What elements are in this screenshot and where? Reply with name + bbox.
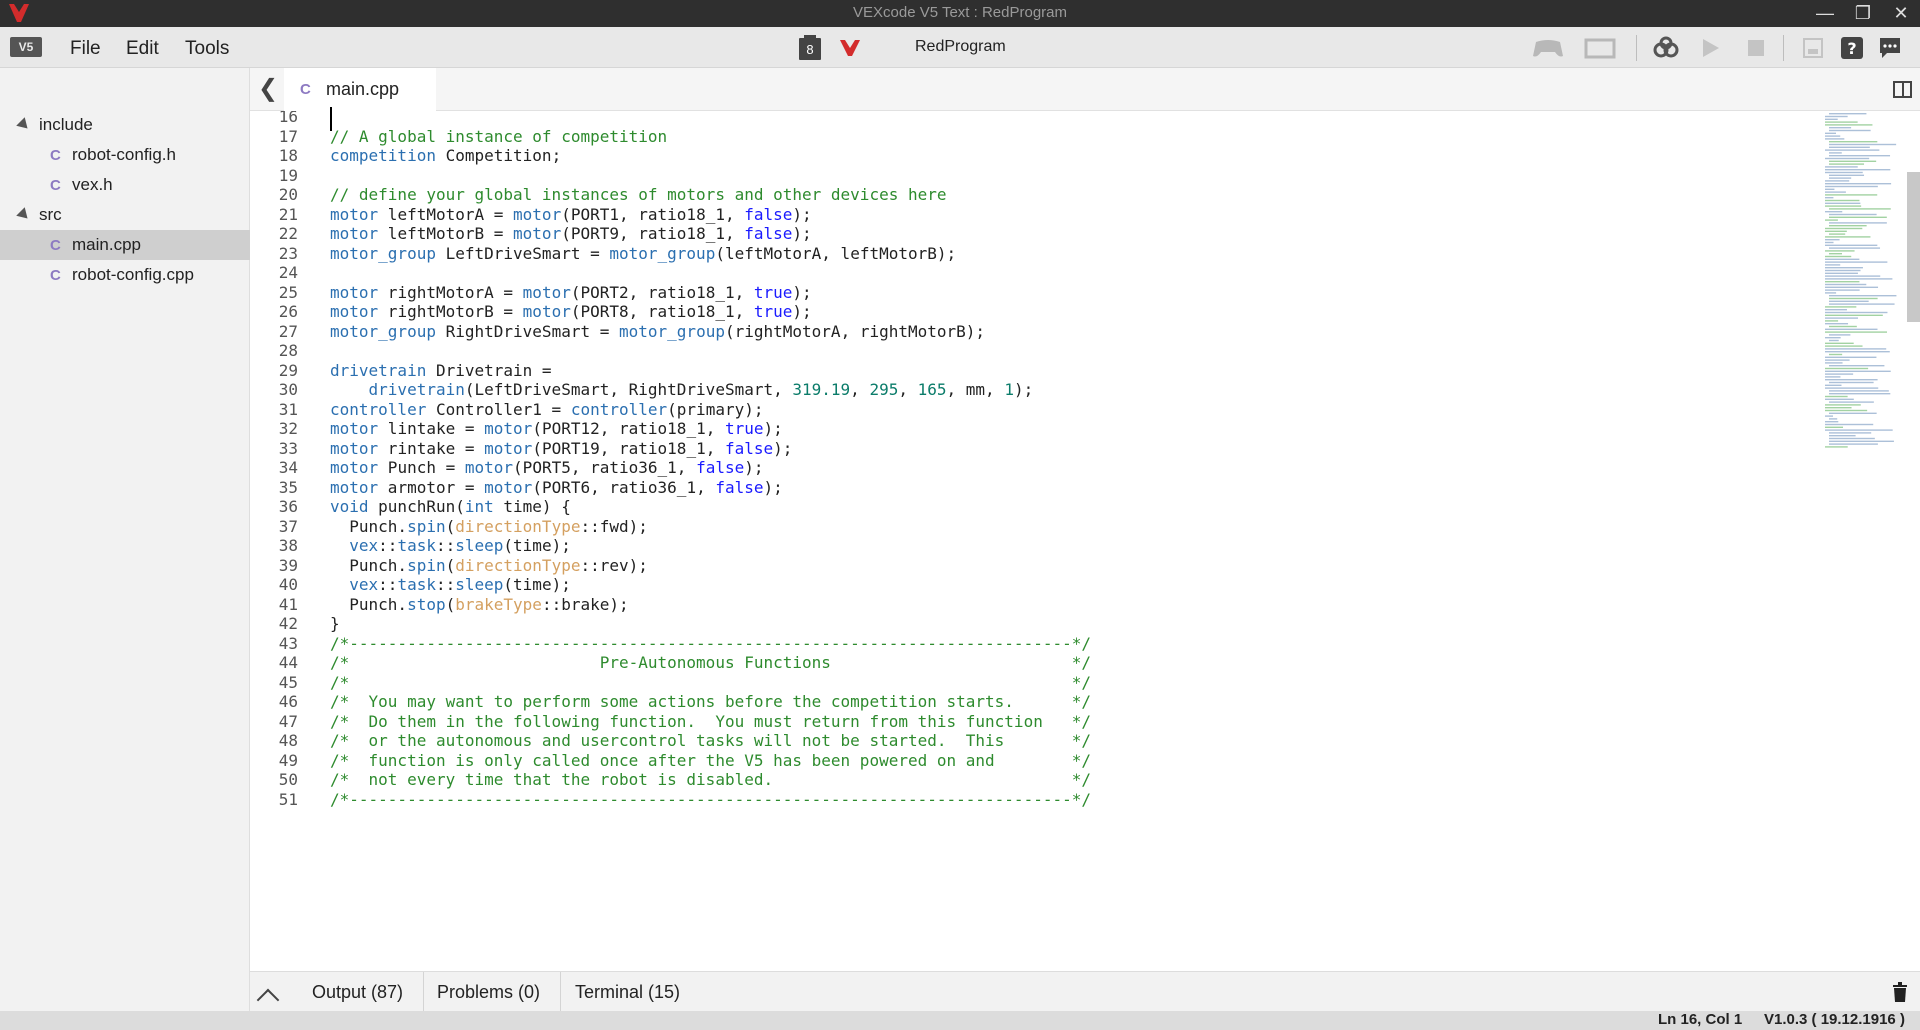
file-explorer: include C robot-config.h C vex.h src C m… bbox=[0, 68, 250, 1011]
line-number: 51 bbox=[278, 789, 298, 809]
svg-text:?: ? bbox=[1847, 39, 1856, 58]
tools-menu[interactable]: Tools bbox=[185, 38, 229, 60]
collapse-sidebar-icon[interactable]: ❮ bbox=[258, 77, 278, 101]
tab-main-cpp[interactable]: C main.cpp bbox=[284, 68, 436, 111]
file-menu[interactable]: File bbox=[70, 38, 101, 60]
file-robot-config-h[interactable]: C robot-config.h bbox=[0, 140, 250, 170]
cpp-file-icon: C bbox=[50, 177, 61, 194]
file-vex-h[interactable]: C vex.h bbox=[0, 170, 250, 200]
title-bar: VEXcode V5 Text : RedProgram — ❐ ✕ bbox=[0, 0, 1920, 27]
controller-icon[interactable] bbox=[1532, 36, 1564, 65]
tab-problems[interactable]: Problems (0) bbox=[417, 972, 562, 1012]
code-minimap[interactable] bbox=[1823, 111, 1903, 451]
editor-tab-bar: ❮ C main.cpp bbox=[250, 68, 1920, 111]
screen-icon[interactable] bbox=[1584, 36, 1616, 65]
brain-icon[interactable] bbox=[840, 38, 860, 58]
code-line[interactable]: 51 /*------------------------------------… bbox=[250, 788, 1800, 812]
tab-output[interactable]: Output (87) bbox=[292, 972, 425, 1012]
file-robot-config-cpp[interactable]: C robot-config.cpp bbox=[0, 260, 250, 290]
play-icon[interactable] bbox=[1700, 36, 1722, 65]
cursor-position: Ln 16, Col 1 bbox=[1658, 1011, 1743, 1028]
window-title: VEXcode V5 Text : RedProgram bbox=[853, 4, 1067, 21]
text-cursor bbox=[330, 107, 332, 131]
code-text: /*--------------------------------------… bbox=[330, 789, 1091, 809]
status-bar: Ln 16, Col 1 V1.0.3 ( 19.12.1916 ) bbox=[0, 1011, 1920, 1030]
help-icon[interactable]: ? bbox=[1840, 36, 1864, 65]
menu-bar: V5 File Edit Tools 8 RedProgram ? bbox=[0, 27, 1920, 68]
minimize-icon[interactable]: — bbox=[1806, 0, 1844, 27]
tab-terminal[interactable]: Terminal (15) bbox=[555, 972, 700, 1012]
device-info-icon[interactable] bbox=[1802, 36, 1824, 65]
slot-selector[interactable]: 8 bbox=[799, 35, 821, 60]
stop-icon[interactable] bbox=[1745, 36, 1767, 65]
build-icon[interactable] bbox=[1652, 36, 1680, 65]
code-editor[interactable]: 16 17// A global instance of competition 1… bbox=[250, 111, 1920, 971]
project-name[interactable]: RedProgram bbox=[915, 38, 1006, 56]
trash-icon[interactable] bbox=[1892, 982, 1908, 1002]
file-main-cpp[interactable]: C main.cpp bbox=[0, 230, 250, 260]
cpp-file-icon: C bbox=[50, 267, 61, 284]
cpp-file-icon: C bbox=[300, 81, 311, 98]
cpp-file-icon: C bbox=[50, 237, 61, 254]
expand-icon[interactable] bbox=[16, 117, 32, 133]
bottom-panel: Output (87) Problems (0) Terminal (15) bbox=[250, 971, 1920, 1012]
folder-include[interactable]: include bbox=[0, 110, 250, 140]
expand-icon[interactable] bbox=[16, 207, 32, 223]
feedback-icon[interactable] bbox=[1878, 36, 1902, 65]
editor-scrollbar[interactable] bbox=[1907, 172, 1920, 322]
split-editor-icon[interactable] bbox=[1893, 81, 1912, 98]
close-icon[interactable]: ✕ bbox=[1882, 0, 1920, 27]
cpp-file-icon: C bbox=[50, 147, 61, 164]
folder-src[interactable]: src bbox=[0, 200, 250, 230]
app-version: V1.0.3 ( 19.12.1916 ) bbox=[1764, 1011, 1905, 1028]
maximize-icon[interactable]: ❐ bbox=[1844, 0, 1882, 27]
expand-panel-icon[interactable] bbox=[256, 988, 280, 1012]
v5-logo-button[interactable]: V5 bbox=[10, 37, 42, 57]
edit-menu[interactable]: Edit bbox=[126, 38, 159, 60]
